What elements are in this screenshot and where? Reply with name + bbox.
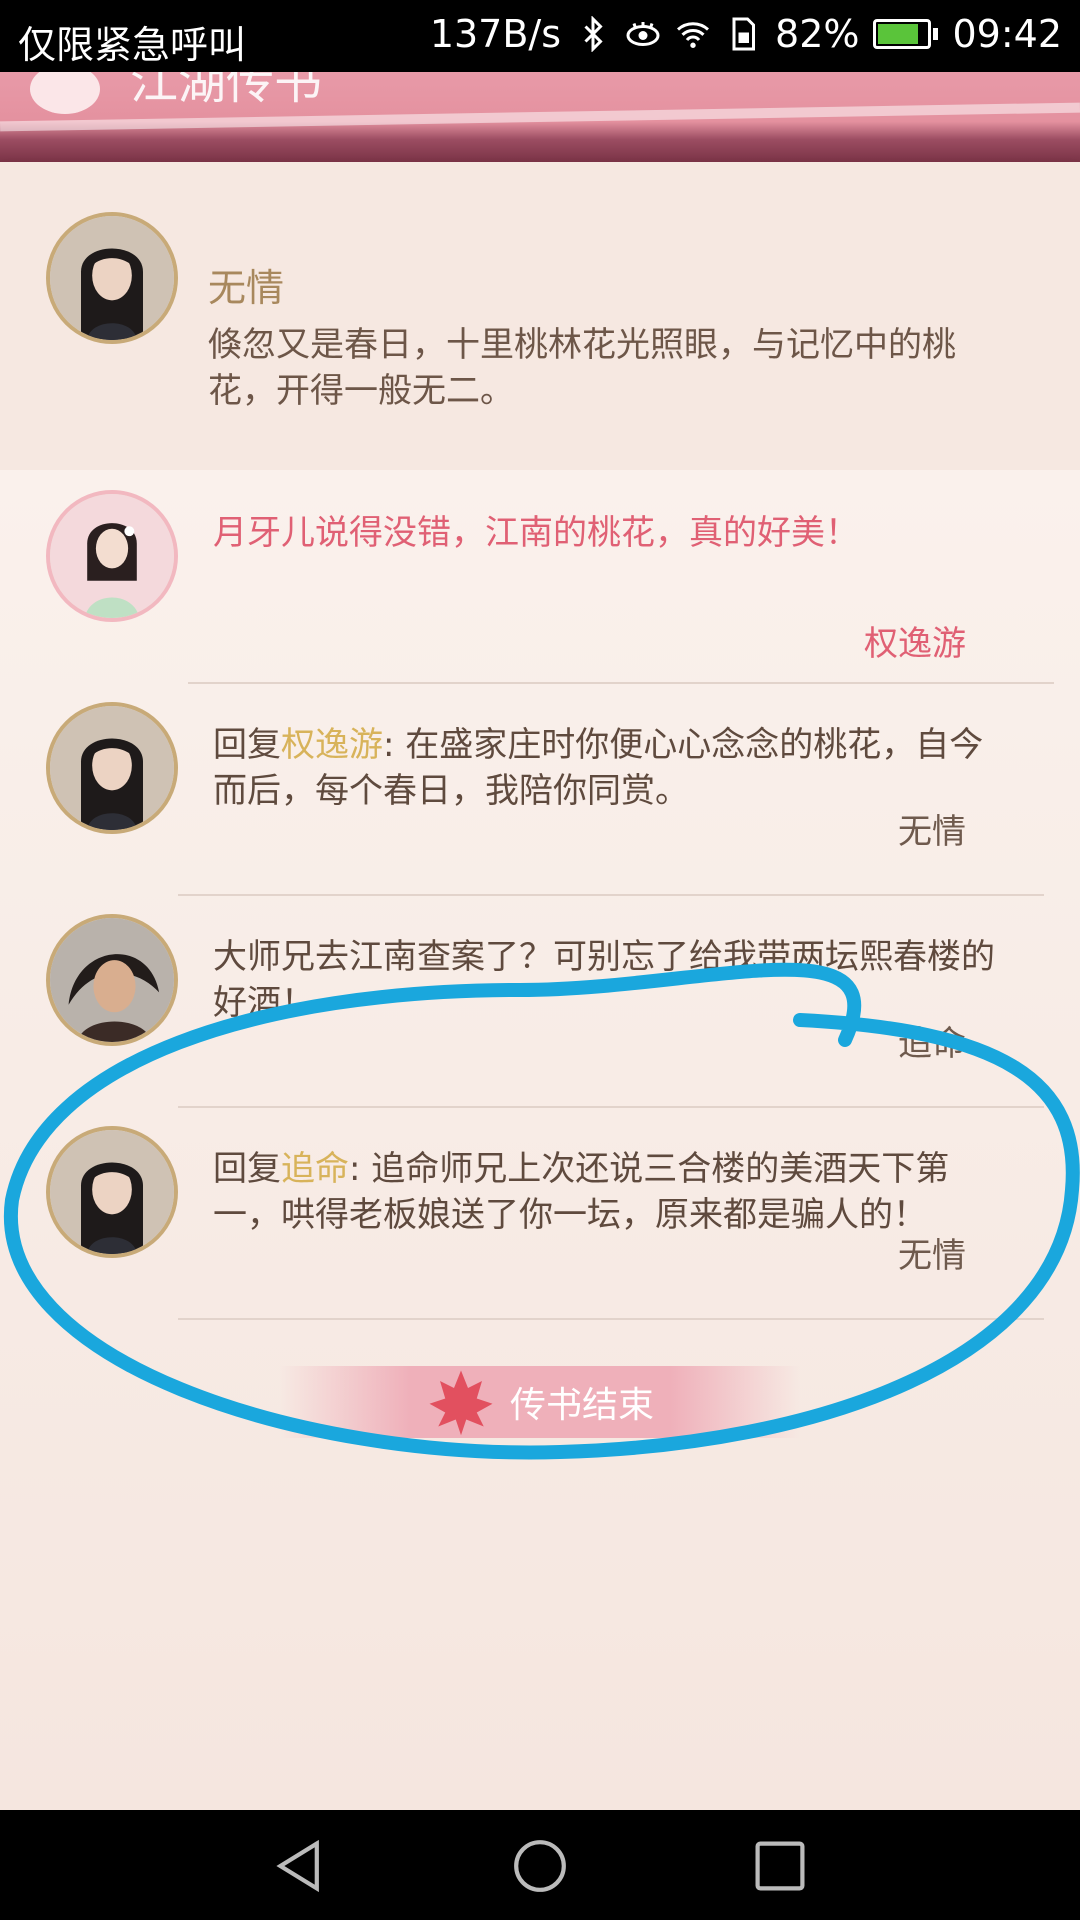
maple-leaf-icon xyxy=(429,1370,493,1436)
post-author: 无情 xyxy=(208,266,285,310)
avatar-wuqing[interactable] xyxy=(46,702,178,834)
header-banner: 江湖传书 xyxy=(0,72,1080,162)
reply-prefix: 回复 xyxy=(213,1149,281,1189)
end-banner: 传书结束 xyxy=(280,1366,800,1438)
avatar-zhuiming[interactable] xyxy=(46,914,178,1046)
avatar-quanyiyou[interactable] xyxy=(46,490,178,622)
comment-text: 月牙儿说得没错，江南的桃花，真的好美！ xyxy=(213,513,859,553)
comment-author: 追命 xyxy=(898,1024,966,1064)
network-speed: 137B/s xyxy=(429,12,562,56)
comment-author: 权逸游 xyxy=(864,624,966,664)
comment-list: 月牙儿说得没错，江南的桃花，真的好美！ 权逸游 回复权逸游: 在盛家庄时你便心心… xyxy=(0,470,1080,1810)
avatar-wuqing[interactable] xyxy=(46,212,178,344)
divider xyxy=(188,682,1054,684)
back-button[interactable] xyxy=(272,1838,328,1894)
header-title: 江湖传书 xyxy=(130,72,323,110)
home-button[interactable] xyxy=(512,1838,568,1894)
battery-percent: 82% xyxy=(775,12,860,56)
main-post: 无情 倏忽又是春日，十里桃林花光照眼，与记忆中的桃花，开得一般无二。 xyxy=(0,162,1080,470)
comment-author: 无情 xyxy=(898,1236,966,1276)
recents-button[interactable] xyxy=(752,1838,808,1894)
comment-text: 回复权逸游: 在盛家庄时你便心心念念的桃花，自今而后，每个春日，我陪你同赏。 xyxy=(213,722,1003,814)
navigation-bar xyxy=(0,1810,1080,1920)
bluetooth-icon xyxy=(584,16,603,52)
comment-author: 无情 xyxy=(898,812,966,852)
eye-icon xyxy=(626,22,660,46)
comment-text: 大师兄去江南查案了？可别忘了给我带两坛熙春楼的好酒！ xyxy=(213,937,995,1023)
clock: 09:42 xyxy=(952,12,1062,56)
reply-prefix: 回复 xyxy=(213,725,281,765)
status-bar: 仅限紧急呼叫 137B/s 82% 09:42 xyxy=(0,0,1080,72)
end-label: 传书结束 xyxy=(509,1385,654,1426)
divider xyxy=(178,1318,1044,1320)
carrier-text: 仅限紧急呼叫 xyxy=(18,23,247,67)
avatar-wuqing[interactable] xyxy=(46,1126,178,1258)
wifi-icon xyxy=(677,22,710,48)
comment-text: 回复追命: 追命师兄上次还说三合楼的美酒天下第一，哄得老板娘送了你一坛，原来都是… xyxy=(213,1146,1003,1238)
flower-icon xyxy=(30,72,100,114)
reply-target[interactable]: 追命 xyxy=(281,1149,349,1189)
status-icons: 137B/s 82% 09:42 xyxy=(430,12,1062,56)
divider xyxy=(178,1106,1044,1108)
battery-icon xyxy=(873,19,939,49)
divider xyxy=(178,894,1044,896)
reply-target[interactable]: 权逸游 xyxy=(281,725,383,765)
sim-icon xyxy=(732,17,756,51)
post-text: 倏忽又是春日，十里桃林花光照眼，与记忆中的桃花，开得一般无二。 xyxy=(208,325,956,411)
